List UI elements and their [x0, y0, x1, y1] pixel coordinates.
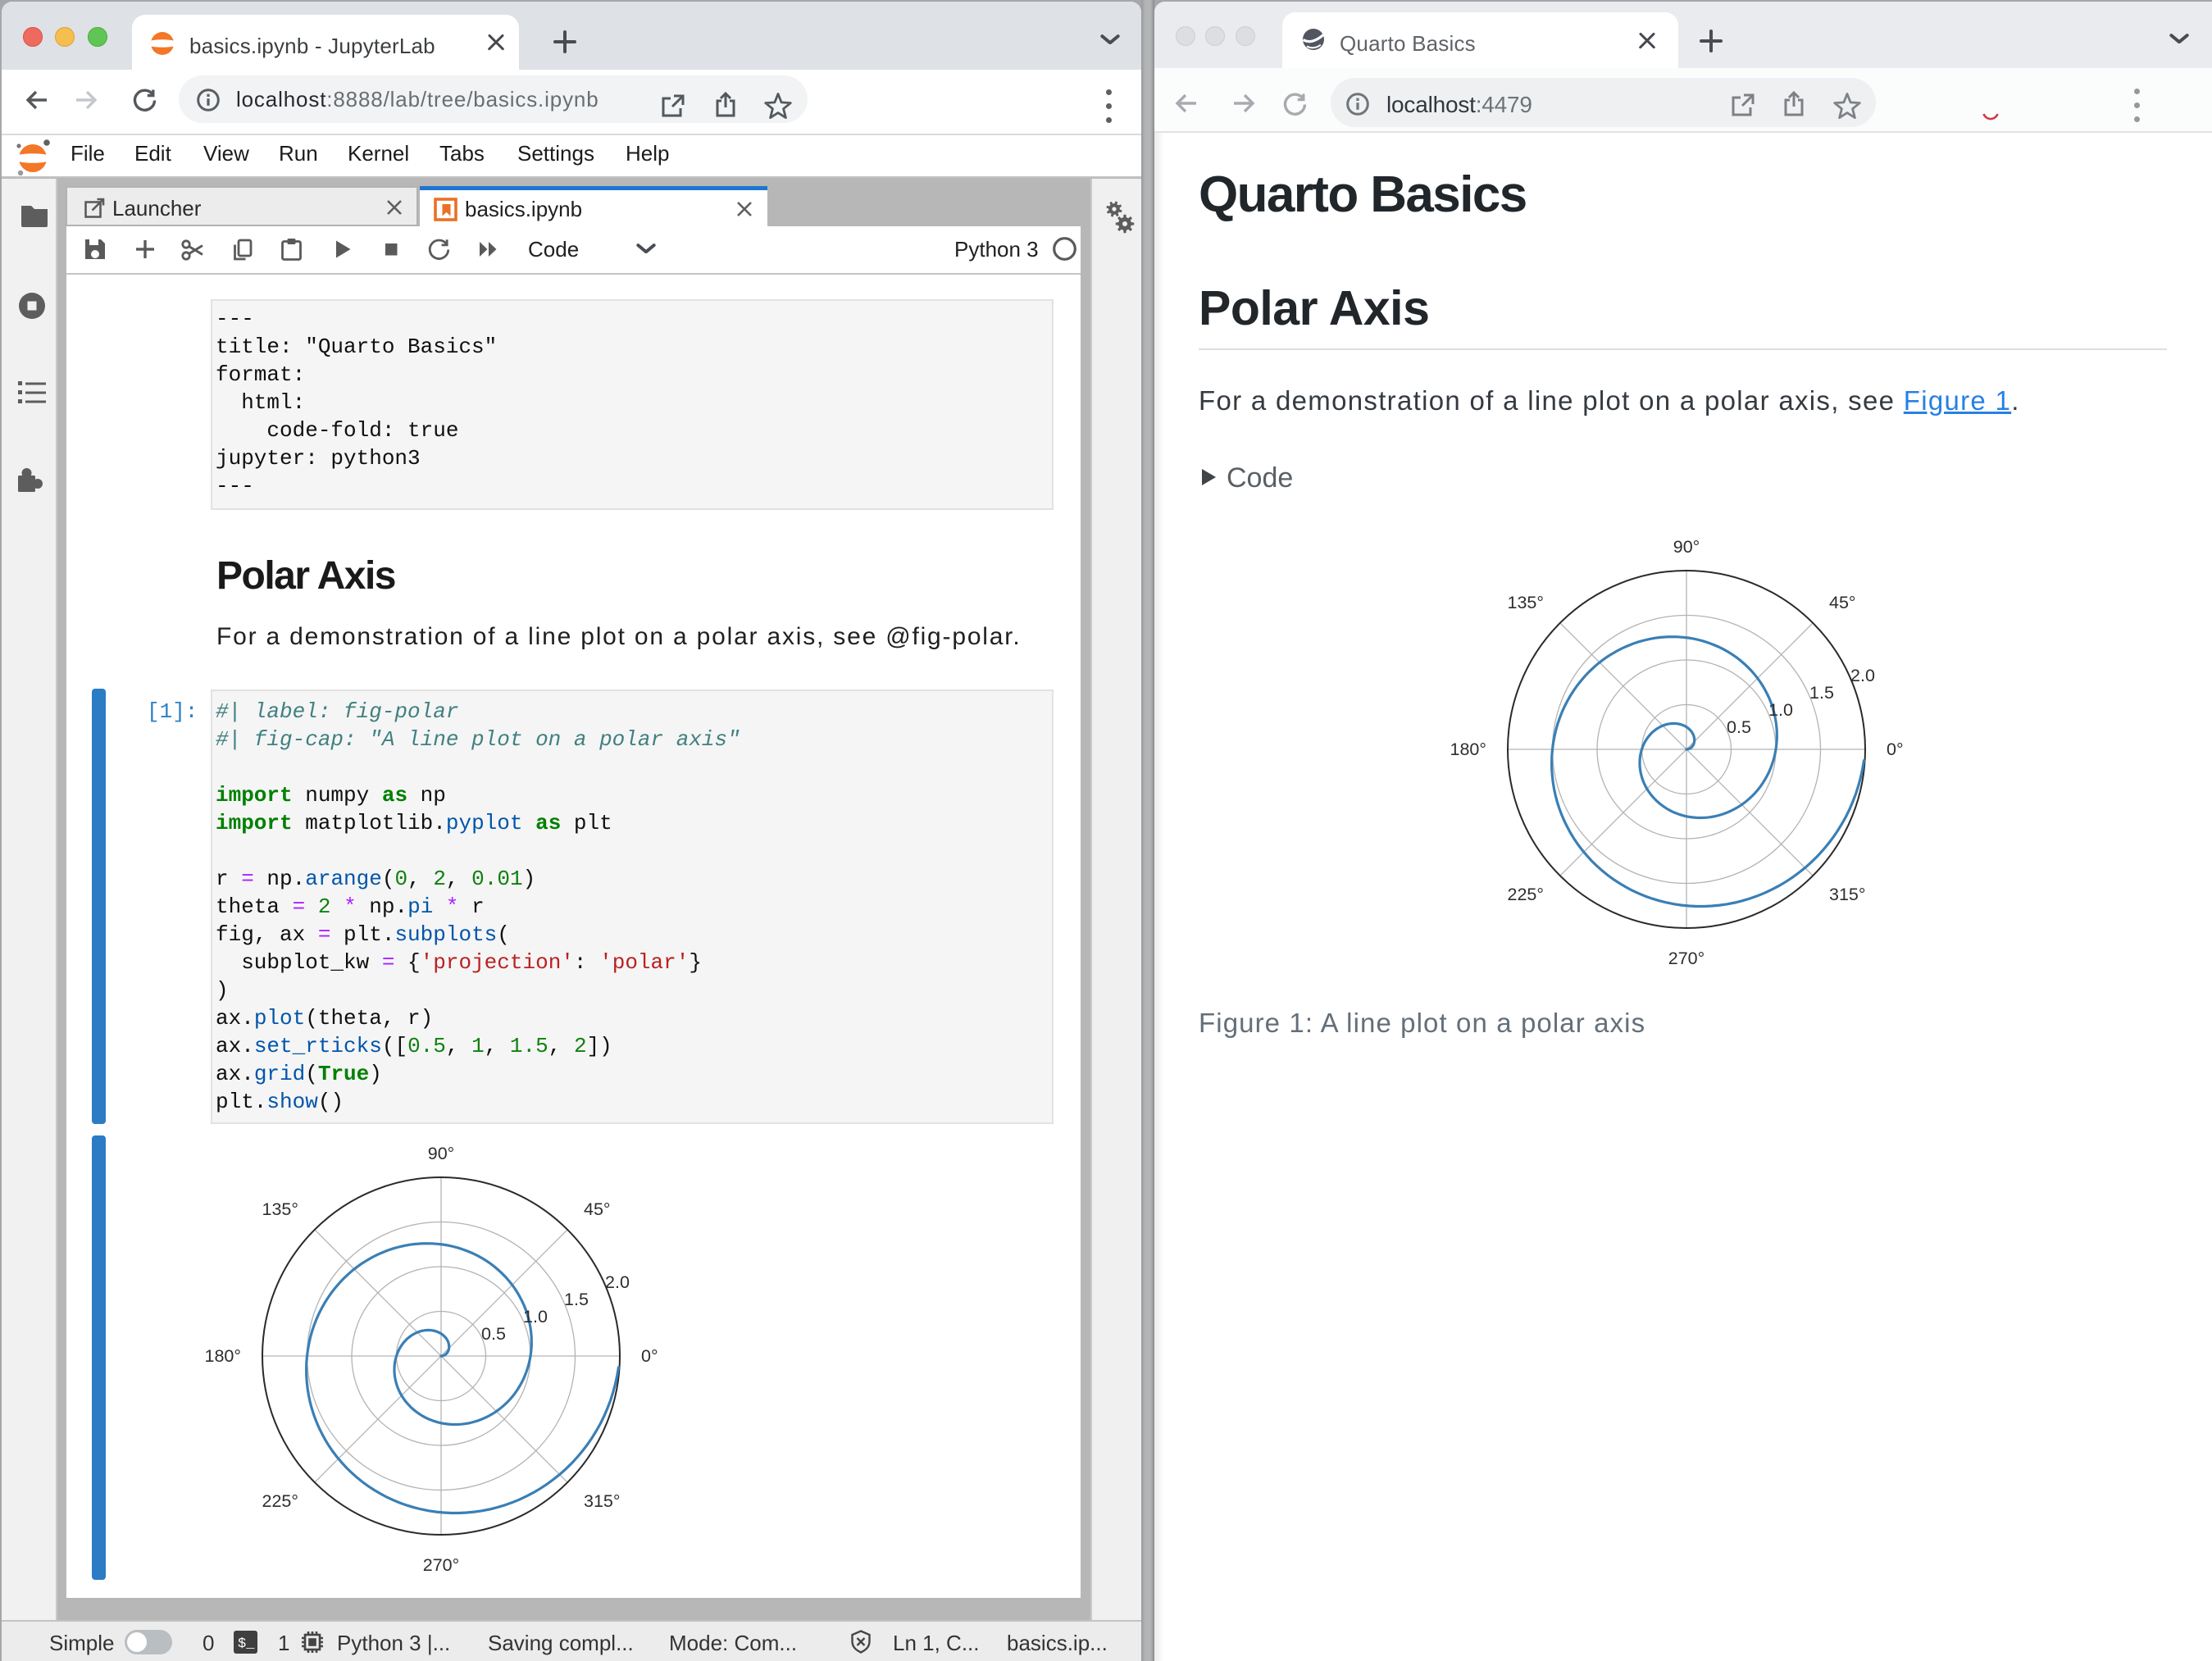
svg-text:$_: $_	[238, 1636, 255, 1652]
